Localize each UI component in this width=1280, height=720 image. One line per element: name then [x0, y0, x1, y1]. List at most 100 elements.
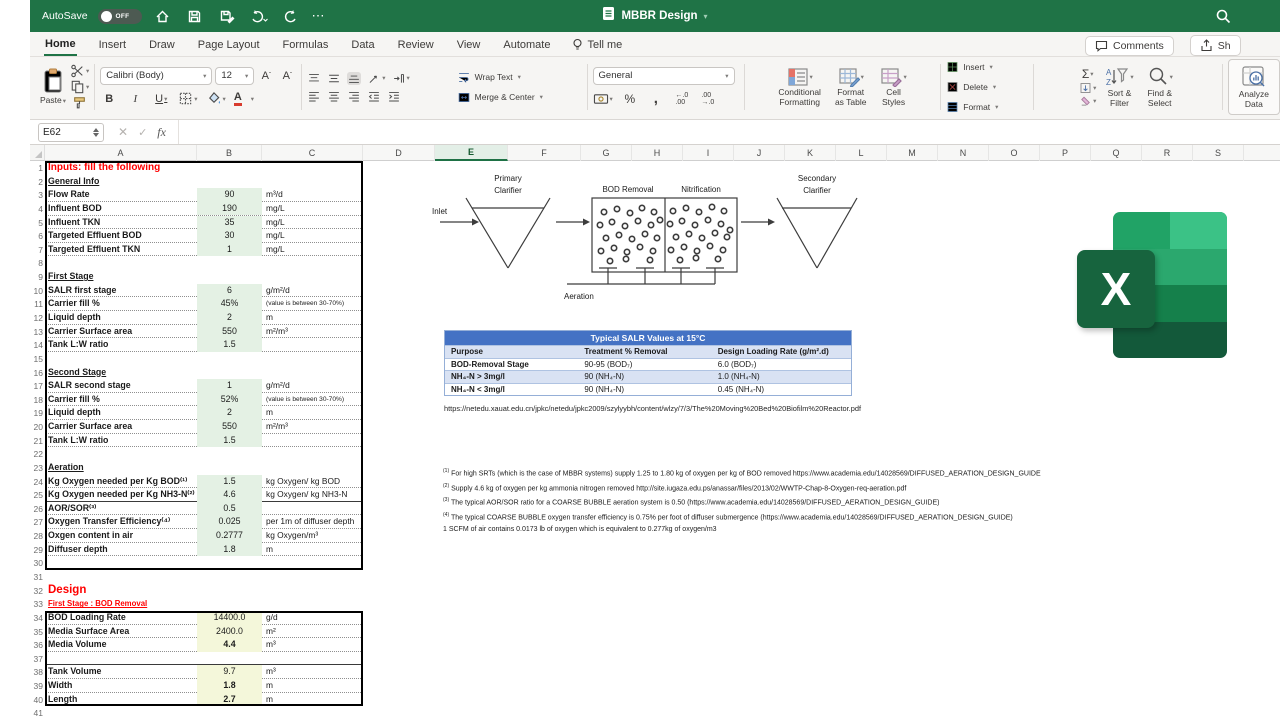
column-header-D[interactable]: D: [363, 145, 435, 161]
tab-data[interactable]: Data: [350, 35, 375, 55]
cell-B25[interactable]: 4.6: [197, 488, 262, 502]
cell-C24[interactable]: kg Oxygen/ kg BOD: [266, 475, 363, 489]
row-header-40[interactable]: 40: [30, 695, 43, 705]
cell-A16[interactable]: Second Stage: [48, 366, 196, 380]
align-bottom-icon[interactable]: [347, 71, 362, 85]
share-button[interactable]: Sh: [1189, 35, 1241, 56]
cell-B7[interactable]: 1: [197, 242, 262, 257]
row-header-13[interactable]: 13: [30, 327, 43, 337]
comma-style-icon[interactable]: ,: [647, 90, 665, 108]
enter-icon[interactable]: ✓: [138, 126, 147, 139]
column-header-I[interactable]: I: [683, 145, 734, 161]
save-icon[interactable]: [184, 5, 206, 27]
cell-A20[interactable]: Carrier Surface area: [48, 420, 196, 434]
cell-B19[interactable]: 2: [197, 406, 262, 420]
row-header-19[interactable]: 19: [30, 408, 43, 418]
document-title[interactable]: MBBR Design: [621, 10, 697, 22]
row-header-28[interactable]: 28: [30, 531, 43, 541]
align-center-icon[interactable]: [327, 90, 341, 103]
cell-A2[interactable]: General Info: [48, 175, 196, 189]
cell-A28[interactable]: Oxgen content in air: [48, 529, 196, 543]
format-painter-icon[interactable]: [70, 96, 89, 110]
column-header-C[interactable]: C: [262, 145, 363, 161]
sort-filter-button[interactable]: A Z ▾ Sort & Filter: [1101, 66, 1137, 109]
row-header-25[interactable]: 25: [30, 490, 43, 500]
undo-icon[interactable]: [248, 5, 270, 27]
cell-A33[interactable]: First Stage : BOD Removal: [48, 597, 196, 611]
column-header-B[interactable]: B: [197, 145, 262, 161]
row-header-35[interactable]: 35: [30, 627, 43, 637]
cell-B3[interactable]: 90: [197, 188, 262, 202]
cell-A1[interactable]: Inputs: fill the following: [48, 161, 196, 175]
cell-B36[interactable]: 4.4: [197, 638, 262, 652]
tab-insert[interactable]: Insert: [98, 35, 128, 55]
cell-A35[interactable]: Media Surface Area: [48, 625, 196, 639]
cell-B13[interactable]: 550: [197, 324, 262, 339]
column-header-G[interactable]: G: [581, 145, 632, 161]
row-header-38[interactable]: 38: [30, 667, 43, 677]
reference-url[interactable]: https://netedu.xauat.edu.cn/jpkc/netedu/…: [444, 404, 861, 413]
cell-A23[interactable]: Aeration: [48, 461, 196, 475]
cell-A32[interactable]: Design: [48, 584, 196, 598]
select-all-corner[interactable]: [30, 145, 45, 161]
cell-A17[interactable]: SALR second stage: [48, 379, 196, 393]
row-header-41[interactable]: 41: [30, 708, 43, 718]
row-header-31[interactable]: 31: [30, 572, 43, 582]
cell-C36[interactable]: m³: [266, 638, 363, 652]
cell-B17[interactable]: 1: [197, 379, 262, 393]
align-right-icon[interactable]: [347, 90, 361, 103]
increase-decimal-icon[interactable]: ←.0.00: [673, 90, 691, 108]
orientation-icon[interactable]: ▾: [367, 72, 386, 85]
row-header-32[interactable]: 32: [30, 586, 43, 596]
cell-B28[interactable]: 0.2777: [197, 529, 262, 543]
cell-A19[interactable]: Liquid depth: [48, 406, 196, 420]
column-header-L[interactable]: L: [836, 145, 887, 161]
cell-B39[interactable]: 1.8: [197, 679, 262, 693]
row-header-33[interactable]: 33: [30, 599, 43, 609]
cell-A36[interactable]: Media Volume: [48, 638, 196, 652]
row-header-34[interactable]: 34: [30, 613, 43, 623]
column-header-S[interactable]: S: [1193, 145, 1244, 161]
cell-B24[interactable]: 1.5: [197, 474, 262, 489]
cell-B27[interactable]: 0.025: [197, 515, 262, 530]
autosum-icon[interactable]: Σ ▾: [1079, 67, 1096, 81]
paste-button[interactable]: Paste▾: [40, 68, 66, 106]
cell-A10[interactable]: SALR first stage: [48, 284, 196, 298]
row-header-37[interactable]: 37: [30, 654, 43, 664]
cell-A6[interactable]: Targeted Effluent BOD: [48, 229, 196, 243]
row-header-20[interactable]: 20: [30, 422, 43, 432]
number-format-select[interactable]: General ▾: [592, 66, 735, 85]
cell-A9[interactable]: First Stage: [48, 270, 196, 284]
borders-icon[interactable]: ▾: [178, 91, 198, 106]
row-header-7[interactable]: 7: [30, 245, 43, 255]
column-header-O[interactable]: O: [989, 145, 1040, 161]
autosave-toggle[interactable]: OFF: [97, 8, 142, 24]
cell-A34[interactable]: BOD Loading Rate: [48, 611, 196, 625]
row-header-15[interactable]: 15: [30, 354, 43, 364]
cell-A12[interactable]: Liquid depth: [48, 311, 196, 325]
cell-C13[interactable]: m²/m³: [266, 325, 363, 339]
cell-A38[interactable]: Tank Volume: [48, 665, 196, 679]
cell-A21[interactable]: Tank L:W ratio: [48, 434, 196, 448]
cell-C35[interactable]: m²: [266, 625, 363, 639]
column-header-R[interactable]: R: [1142, 145, 1193, 161]
cell-B10[interactable]: 6: [197, 283, 262, 298]
cell-A14[interactable]: Tank L:W ratio: [48, 338, 196, 352]
tab-view[interactable]: View: [456, 35, 482, 55]
cell-C19[interactable]: m: [266, 406, 363, 420]
percent-style-icon[interactable]: %: [621, 90, 639, 108]
cell-C20[interactable]: m²/m³: [266, 420, 363, 434]
accounting-format-icon[interactable]: ▾: [593, 92, 613, 106]
row-header-9[interactable]: 9: [30, 272, 43, 282]
column-header-M[interactable]: M: [887, 145, 938, 161]
clear-icon[interactable]: ▾: [1079, 95, 1096, 107]
column-header-K[interactable]: K: [785, 145, 836, 161]
row-header-30[interactable]: 30: [30, 558, 43, 568]
cell-B38[interactable]: 9.7: [197, 665, 262, 680]
cell-A5[interactable]: Influent TKN: [48, 216, 196, 230]
copy-icon[interactable]: ▾: [70, 80, 89, 94]
row-header-36[interactable]: 36: [30, 640, 43, 650]
row-header-3[interactable]: 3: [30, 190, 43, 200]
font-color-icon[interactable]: A: [233, 91, 242, 106]
cell-B26[interactable]: 0.5: [197, 501, 262, 516]
